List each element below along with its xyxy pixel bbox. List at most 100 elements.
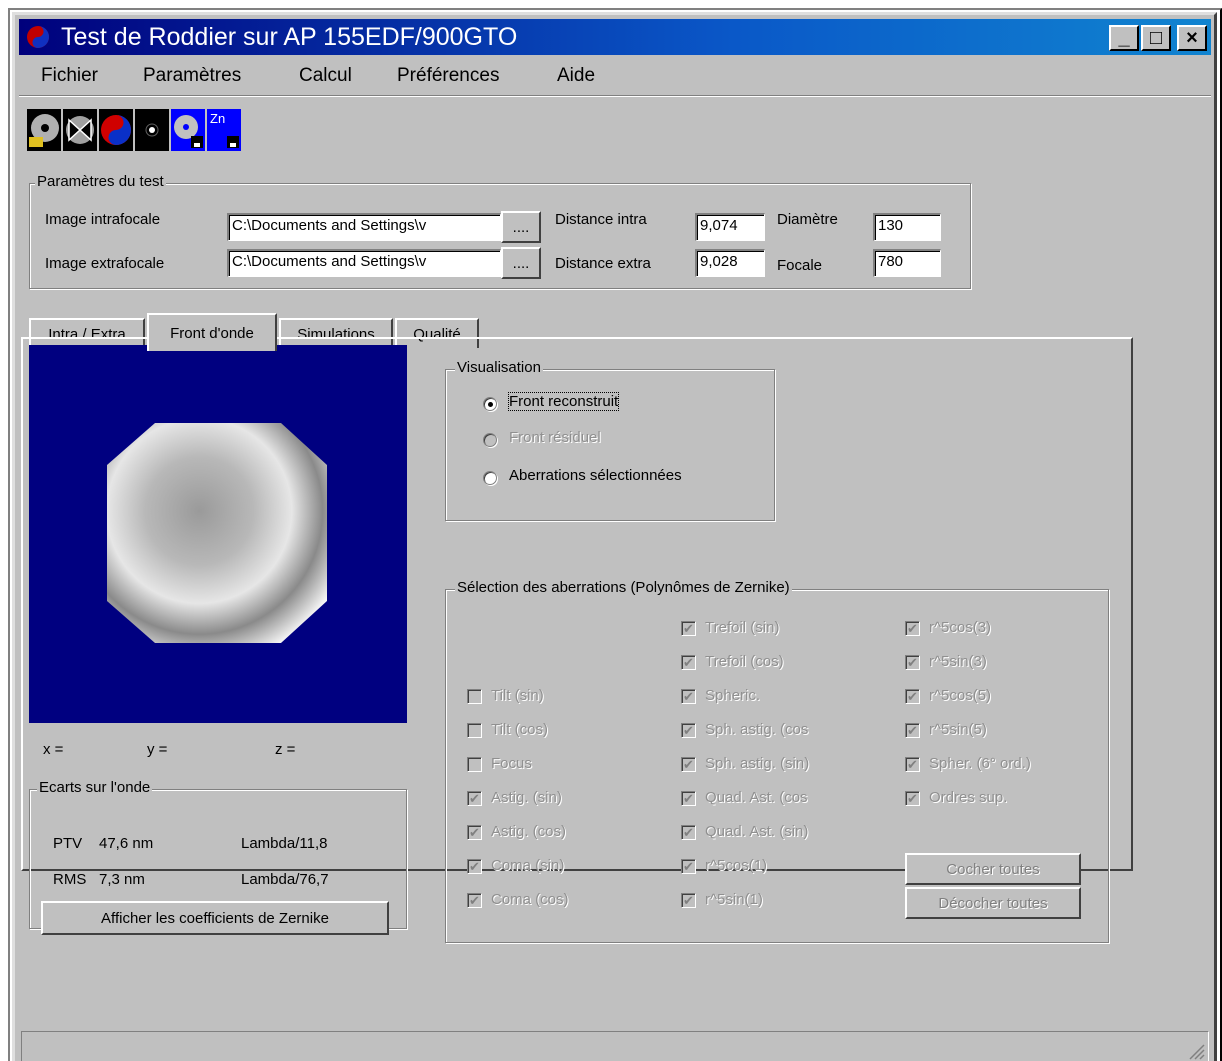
col3-label-3[interactable]: r^5sin(5): [929, 721, 987, 738]
col2-checkbox-2[interactable]: ✔: [681, 689, 696, 704]
maximize-button[interactable]: □: [1141, 25, 1171, 51]
intra-path-field[interactable]: C:\Documents and Settings\v: [227, 213, 501, 241]
minimize-button[interactable]: _: [1109, 25, 1139, 51]
col1-checkbox-5[interactable]: ✔: [467, 859, 482, 874]
radio-front-residuel-label[interactable]: Front résiduel: [509, 429, 601, 446]
col1-checkbox-2[interactable]: [467, 757, 482, 772]
col1-label-3[interactable]: Astig. (sin): [491, 789, 562, 806]
col2-checkbox-1[interactable]: ✔: [681, 655, 696, 670]
save-disc-icon[interactable]: [171, 109, 205, 151]
col2-label-5[interactable]: Quad. Ast. (cos: [705, 789, 808, 806]
col1-label-1[interactable]: Tilt (cos): [491, 721, 548, 738]
radio-front-reconstruit-label[interactable]: Front reconstruit: [507, 392, 620, 411]
col1-label-0[interactable]: Tilt (sin): [491, 687, 544, 704]
status-bar: [21, 1031, 1209, 1061]
col1-checkbox-3[interactable]: ✔: [467, 791, 482, 806]
col2-checkbox-8[interactable]: ✔: [681, 893, 696, 908]
wavefront-image[interactable]: [29, 345, 407, 723]
menu-calcul[interactable]: Calcul: [299, 65, 352, 87]
col2-label-4[interactable]: Sph. astig. (sin): [705, 755, 809, 772]
col3-checkbox-5[interactable]: ✔: [905, 791, 920, 806]
params-group-label: Paramètres du test: [35, 173, 166, 190]
dist-intra-field[interactable]: 9,074: [695, 213, 765, 241]
check-all-button[interactable]: Cocher toutes: [905, 853, 1081, 885]
tab-front-onde[interactable]: Front d'onde: [147, 313, 277, 351]
intra-browse-button[interactable]: ....: [501, 211, 541, 243]
menu-aide[interactable]: Aide: [557, 65, 595, 87]
extra-path-field[interactable]: C:\Documents and Settings\v: [227, 249, 501, 277]
col3-checkbox-1[interactable]: ✔: [905, 655, 920, 670]
col1-label-5[interactable]: Coma (sin): [491, 857, 564, 874]
col2-label-1[interactable]: Trefoil (cos): [705, 653, 784, 670]
coord-z: z =: [275, 741, 296, 758]
col2-label-3[interactable]: Sph. astig. (cos: [705, 721, 808, 738]
save-zernike-icon[interactable]: Zn: [207, 109, 241, 151]
dist-intra-label: Distance intra: [555, 211, 647, 228]
menu-separator: [19, 95, 1211, 97]
intra-label: Image intrafocale: [45, 211, 161, 228]
col3-checkbox-0[interactable]: ✔: [905, 621, 920, 636]
col2-label-8[interactable]: r^5sin(1): [705, 891, 763, 908]
app-icon: [27, 26, 49, 48]
col3-checkbox-2[interactable]: ✔: [905, 689, 920, 704]
col2-checkbox-6[interactable]: ✔: [681, 825, 696, 840]
coord-x: x =: [43, 741, 64, 758]
col2-label-6[interactable]: Quad. Ast. (sin): [705, 823, 808, 840]
col1-label-6[interactable]: Coma (cos): [491, 891, 569, 908]
col1-checkbox-6[interactable]: ✔: [467, 893, 482, 908]
rms-label: RMS: [53, 871, 87, 888]
uncheck-all-button[interactable]: Décocher toutes: [905, 887, 1081, 919]
ptv-lambda: Lambda/11,8: [241, 835, 328, 852]
radio-front-reconstruit[interactable]: [483, 397, 497, 411]
open-disc-icon[interactable]: [27, 109, 61, 151]
col2-checkbox-0[interactable]: ✔: [681, 621, 696, 636]
col2-checkbox-7[interactable]: ✔: [681, 859, 696, 874]
col3-label-0[interactable]: r^5cos(3): [929, 619, 991, 636]
col3-label-4[interactable]: Spher. (6° ord.): [929, 755, 1031, 772]
col2-checkbox-3[interactable]: ✔: [681, 723, 696, 738]
menu-parametres[interactable]: Paramètres: [143, 65, 241, 87]
col3-label-1[interactable]: r^5sin(3): [929, 653, 987, 670]
menu-preferences[interactable]: Préférences: [397, 65, 499, 87]
menu-bar: Fichier Paramètres Calcul Préférences Ai…: [19, 59, 1211, 91]
col2-label-0[interactable]: Trefoil (sin): [705, 619, 779, 636]
col1-checkbox-0[interactable]: [467, 689, 482, 704]
col3-checkbox-3[interactable]: ✔: [905, 723, 920, 738]
extra-browse-button[interactable]: ....: [501, 247, 541, 279]
selection-group-label: Sélection des aberrations (Polynômes de …: [455, 579, 792, 596]
zernike-coefficients-button[interactable]: Afficher les coefficients de Zernike: [41, 901, 389, 935]
col2-checkbox-4[interactable]: ✔: [681, 757, 696, 772]
col1-checkbox-1[interactable]: [467, 723, 482, 738]
dist-extra-field[interactable]: 9,028: [695, 249, 765, 277]
ptv-value: 47,6 nm: [99, 835, 154, 852]
ptv-label: PTV: [53, 835, 83, 852]
dist-extra-label: Distance extra: [555, 255, 651, 272]
col3-checkbox-4[interactable]: ✔: [905, 757, 920, 772]
bowtie-icon[interactable]: [63, 109, 97, 151]
coord-y: y =: [147, 741, 168, 758]
title-bar[interactable]: Test de Roddier sur AP 155EDF/900GTO _ □…: [19, 19, 1211, 55]
col3-label-5[interactable]: Ordres sup.: [929, 789, 1007, 806]
radio-front-residuel[interactable]: [483, 433, 497, 447]
resize-grip-icon[interactable]: [1186, 1041, 1206, 1061]
radio-aberrations-label[interactable]: Aberrations sélectionnées: [509, 467, 682, 484]
main-window: Test de Roddier sur AP 155EDF/900GTO _ □…: [12, 12, 1217, 1061]
visualisation-group-label: Visualisation: [455, 359, 543, 376]
col3-label-2[interactable]: r^5cos(5): [929, 687, 991, 704]
col1-checkbox-4[interactable]: ✔: [467, 825, 482, 840]
window-title: Test de Roddier sur AP 155EDF/900GTO: [61, 23, 518, 51]
col1-label-2[interactable]: Focus: [491, 755, 532, 772]
diametre-field[interactable]: 130: [873, 213, 941, 241]
yin-yang-icon[interactable]: [99, 109, 133, 151]
menu-fichier[interactable]: Fichier: [41, 65, 98, 87]
col2-label-7[interactable]: r^5cos(1): [705, 857, 767, 874]
col1-label-4[interactable]: Astig. (cos): [491, 823, 566, 840]
dot-icon[interactable]: [135, 109, 169, 151]
close-button[interactable]: ×: [1177, 25, 1207, 51]
ecarts-group-label: Ecarts sur l'onde: [37, 779, 153, 796]
focale-field[interactable]: 780: [873, 249, 941, 277]
col2-checkbox-5[interactable]: ✔: [681, 791, 696, 806]
radio-aberrations[interactable]: [483, 471, 497, 485]
col2-label-2[interactable]: Spheric.: [705, 687, 760, 704]
extra-label: Image extrafocale: [45, 255, 165, 272]
